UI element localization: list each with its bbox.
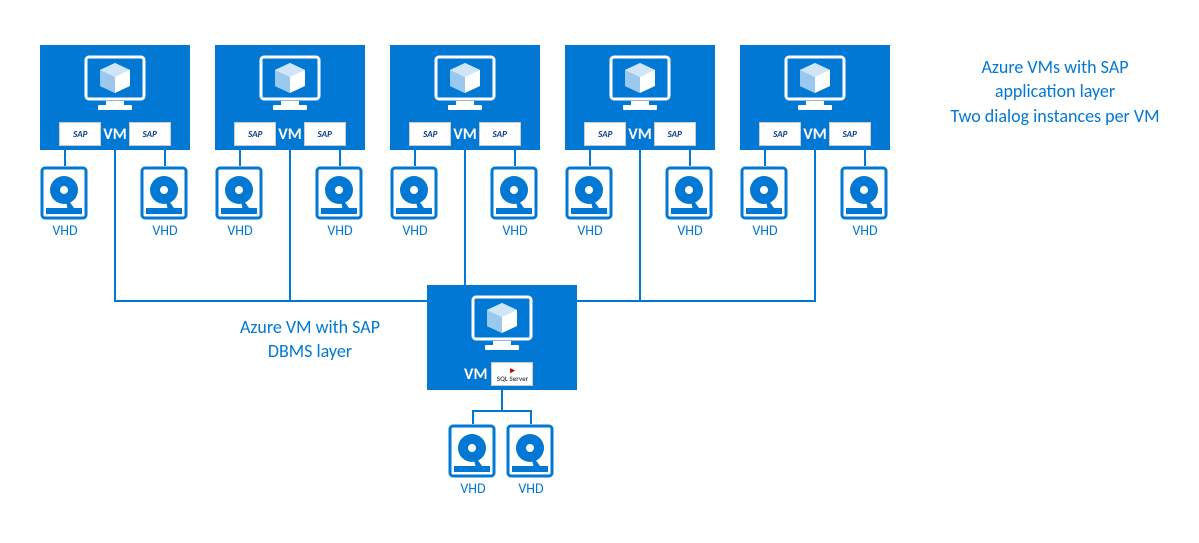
connector-line bbox=[689, 150, 691, 166]
monitor-icon bbox=[782, 55, 848, 111]
vm-label: VM bbox=[628, 125, 651, 146]
vm-label: VM bbox=[103, 125, 126, 146]
vhd-disk: VHD bbox=[448, 424, 498, 497]
app-vm-2: VM bbox=[215, 45, 365, 150]
monitor-icon bbox=[607, 55, 673, 111]
monitor-icon bbox=[257, 55, 323, 111]
vhd-disk: VHD bbox=[840, 166, 890, 239]
annotation-dbms-layer: Azure VM with SAP DBMS layer bbox=[205, 315, 415, 364]
connector-line bbox=[472, 410, 532, 412]
connector-line bbox=[114, 150, 116, 300]
sap-badge-icon bbox=[584, 122, 626, 146]
annotation-app-layer: Azure VMs with SAP application layer Two… bbox=[930, 55, 1180, 128]
diagram-canvas: VM VM VM VM bbox=[0, 0, 1199, 543]
connector-line bbox=[764, 150, 766, 166]
vhd-disk: VHD bbox=[215, 166, 265, 239]
dbms-vm: VM ▸ SQL Server bbox=[427, 285, 577, 390]
vhd-label: VHD bbox=[315, 222, 365, 239]
vhd-disk: VHD bbox=[140, 166, 190, 239]
sap-badge-icon bbox=[829, 122, 871, 146]
vhd-disk: VHD bbox=[490, 166, 540, 239]
anno-line: Azure VM with SAP bbox=[240, 316, 380, 338]
vhd-label: VHD bbox=[490, 222, 540, 239]
sqlserver-badge-icon: ▸ SQL Server bbox=[491, 362, 533, 386]
connector-line bbox=[501, 390, 503, 410]
vhd-label: VHD bbox=[840, 222, 890, 239]
app-vm-3: VM bbox=[390, 45, 540, 150]
vhd-label: VHD bbox=[565, 222, 615, 239]
connector-line bbox=[472, 410, 474, 424]
vhd-disk: VHD bbox=[665, 166, 715, 239]
sap-badge-icon bbox=[234, 122, 276, 146]
vhd-label: VHD bbox=[506, 480, 556, 497]
sap-badge-icon bbox=[129, 122, 171, 146]
vhd-label: VHD bbox=[740, 222, 790, 239]
anno-line: Azure VMs with SAP bbox=[981, 56, 1128, 78]
vm-label: VM bbox=[803, 125, 826, 146]
vhd-disk: VHD bbox=[565, 166, 615, 239]
vhd-disk: VHD bbox=[740, 166, 790, 239]
monitor-icon bbox=[82, 55, 148, 111]
connector-line bbox=[589, 150, 591, 166]
app-vm-5: VM bbox=[740, 45, 890, 150]
connector-line bbox=[64, 150, 66, 166]
connector-line bbox=[530, 410, 532, 424]
sap-badge-icon bbox=[304, 122, 346, 146]
connector-line bbox=[864, 150, 866, 166]
vhd-disk: VHD bbox=[390, 166, 440, 239]
anno-line: Two dialog instances per VM bbox=[950, 105, 1159, 127]
connector-line bbox=[339, 150, 341, 166]
connector-line bbox=[114, 300, 429, 302]
sql-server-label: SQL Server bbox=[497, 375, 528, 382]
connector-line bbox=[577, 300, 816, 302]
vhd-label: VHD bbox=[665, 222, 715, 239]
vhd-label: VHD bbox=[448, 480, 498, 497]
sap-badge-icon bbox=[59, 122, 101, 146]
vhd-disk: VHD bbox=[315, 166, 365, 239]
sap-badge-icon bbox=[409, 122, 451, 146]
connector-line bbox=[289, 150, 291, 300]
vhd-label: VHD bbox=[215, 222, 265, 239]
connector-line bbox=[239, 150, 241, 166]
vhd-label: VHD bbox=[140, 222, 190, 239]
connector-line bbox=[639, 150, 641, 300]
connector-line bbox=[814, 150, 816, 300]
sap-badge-icon bbox=[654, 122, 696, 146]
vhd-label: VHD bbox=[40, 222, 90, 239]
vm-label: VM bbox=[278, 125, 301, 146]
vm-label: VM bbox=[453, 125, 476, 146]
connector-line bbox=[414, 150, 416, 166]
sap-badge-icon bbox=[759, 122, 801, 146]
anno-line: application layer bbox=[995, 80, 1115, 102]
app-vm-4: VM bbox=[565, 45, 715, 150]
vhd-disk: VHD bbox=[40, 166, 90, 239]
vhd-disk: VHD bbox=[506, 424, 556, 497]
app-vm-1: VM bbox=[40, 45, 190, 150]
sap-badge-icon bbox=[479, 122, 521, 146]
connector-line bbox=[514, 150, 516, 166]
vhd-label: VHD bbox=[390, 222, 440, 239]
anno-line: DBMS layer bbox=[268, 340, 352, 362]
connector-line bbox=[464, 150, 466, 285]
monitor-icon bbox=[432, 55, 498, 111]
monitor-icon bbox=[469, 295, 535, 351]
vm-label: VM bbox=[464, 365, 487, 386]
connector-line bbox=[164, 150, 166, 166]
